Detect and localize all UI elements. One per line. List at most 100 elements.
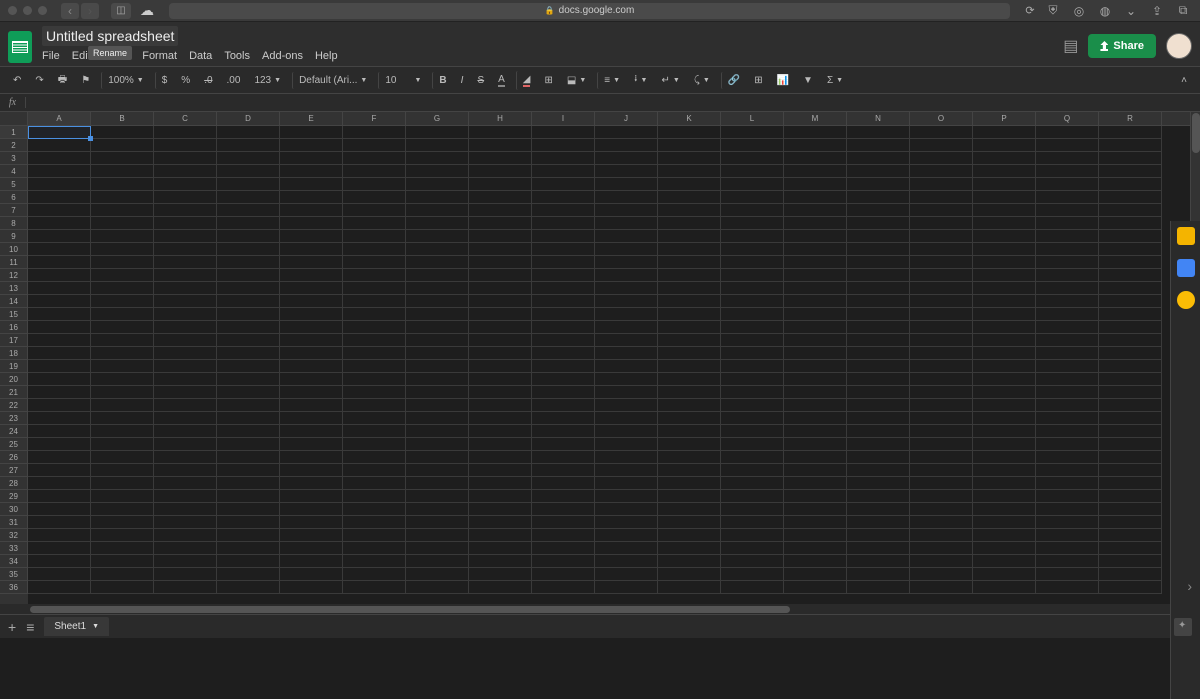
row-header-28[interactable]: 28: [0, 477, 28, 490]
cell[interactable]: [1036, 165, 1099, 178]
cell[interactable]: [1099, 529, 1162, 542]
cell[interactable]: [343, 178, 406, 191]
cell[interactable]: [469, 178, 532, 191]
cell[interactable]: [595, 373, 658, 386]
row-header-7[interactable]: 7: [0, 204, 28, 217]
cell[interactable]: [910, 477, 973, 490]
cell[interactable]: [721, 477, 784, 490]
col-header-k[interactable]: K: [658, 112, 721, 125]
cell[interactable]: [532, 217, 595, 230]
row-header-6[interactable]: 6: [0, 191, 28, 204]
cell[interactable]: [658, 139, 721, 152]
cell[interactable]: [973, 542, 1036, 555]
cell[interactable]: [595, 425, 658, 438]
cell[interactable]: [280, 451, 343, 464]
row-header-23[interactable]: 23: [0, 412, 28, 425]
cell[interactable]: [343, 165, 406, 178]
cell[interactable]: [595, 308, 658, 321]
row-header-3[interactable]: 3: [0, 152, 28, 165]
cell[interactable]: [1099, 373, 1162, 386]
cell[interactable]: [910, 178, 973, 191]
cell[interactable]: [280, 334, 343, 347]
cell[interactable]: [91, 477, 154, 490]
cell[interactable]: [343, 230, 406, 243]
cell[interactable]: [910, 295, 973, 308]
cell[interactable]: [1036, 425, 1099, 438]
cell[interactable]: [343, 425, 406, 438]
cell[interactable]: [658, 243, 721, 256]
cell[interactable]: [154, 204, 217, 217]
cell[interactable]: [658, 282, 721, 295]
cell[interactable]: [910, 126, 973, 139]
cell[interactable]: [154, 347, 217, 360]
cell[interactable]: [406, 282, 469, 295]
cell[interactable]: [973, 490, 1036, 503]
cell[interactable]: [532, 347, 595, 360]
cell[interactable]: [595, 360, 658, 373]
cell[interactable]: [595, 438, 658, 451]
cell[interactable]: [595, 295, 658, 308]
col-header-l[interactable]: L: [721, 112, 784, 125]
cell[interactable]: [973, 321, 1036, 334]
row-header-8[interactable]: 8: [0, 217, 28, 230]
cell[interactable]: [595, 477, 658, 490]
cell[interactable]: [595, 334, 658, 347]
undo-button[interactable]: ↶: [8, 72, 26, 89]
cell[interactable]: [28, 165, 91, 178]
bold-button[interactable]: B: [432, 72, 451, 89]
cell[interactable]: [721, 438, 784, 451]
cell[interactable]: [784, 243, 847, 256]
cell[interactable]: [217, 204, 280, 217]
cell[interactable]: [595, 139, 658, 152]
cell[interactable]: [91, 490, 154, 503]
cell[interactable]: [91, 425, 154, 438]
cell[interactable]: [1099, 334, 1162, 347]
cell[interactable]: [847, 321, 910, 334]
cell[interactable]: [28, 438, 91, 451]
cell[interactable]: [28, 464, 91, 477]
sidebar-toggle-icon[interactable]: ◫: [111, 3, 131, 19]
cell[interactable]: [469, 308, 532, 321]
cell[interactable]: [406, 256, 469, 269]
cell[interactable]: [595, 399, 658, 412]
cell[interactable]: [721, 217, 784, 230]
cell[interactable]: [406, 386, 469, 399]
cell[interactable]: [406, 451, 469, 464]
cell[interactable]: [658, 295, 721, 308]
cell[interactable]: [406, 490, 469, 503]
col-header-c[interactable]: C: [154, 112, 217, 125]
cell[interactable]: [91, 529, 154, 542]
cell[interactable]: [910, 529, 973, 542]
cell[interactable]: [154, 438, 217, 451]
cell[interactable]: [28, 321, 91, 334]
cell[interactable]: [1036, 230, 1099, 243]
cell[interactable]: [217, 438, 280, 451]
cell[interactable]: [28, 178, 91, 191]
cell[interactable]: [154, 308, 217, 321]
share-button[interactable]: Share: [1088, 34, 1156, 58]
col-header-b[interactable]: B: [91, 112, 154, 125]
cell[interactable]: [847, 230, 910, 243]
cell[interactable]: [406, 178, 469, 191]
cell[interactable]: [1036, 256, 1099, 269]
cell[interactable]: [28, 490, 91, 503]
cell[interactable]: [217, 516, 280, 529]
cell[interactable]: [658, 542, 721, 555]
cell[interactable]: [91, 347, 154, 360]
cell[interactable]: [1036, 581, 1099, 594]
row-header-16[interactable]: 16: [0, 321, 28, 334]
cell[interactable]: [658, 334, 721, 347]
cell[interactable]: [91, 399, 154, 412]
cell[interactable]: [280, 269, 343, 282]
cell[interactable]: [217, 555, 280, 568]
fill-color-button[interactable]: ◢: [516, 71, 536, 90]
cell[interactable]: [784, 269, 847, 282]
cell[interactable]: [217, 282, 280, 295]
cell[interactable]: [28, 555, 91, 568]
cell[interactable]: [1036, 321, 1099, 334]
cell[interactable]: [910, 347, 973, 360]
cell[interactable]: [973, 386, 1036, 399]
percent-button[interactable]: %: [176, 72, 195, 89]
cell[interactable]: [847, 308, 910, 321]
cell[interactable]: [28, 204, 91, 217]
